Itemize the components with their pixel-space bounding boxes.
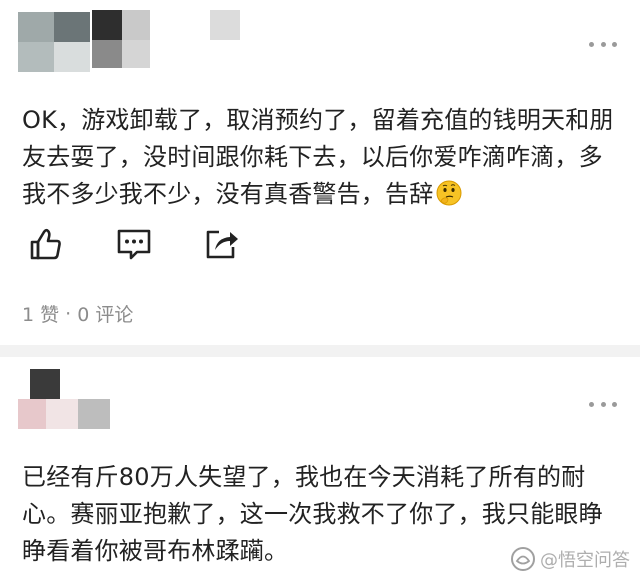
like-count[interactable]: 1 赞 — [22, 300, 59, 327]
comment-item: OK，游戏卸载了，取消预约了，留着充值的钱明天和朋友去耍了，没时间跟你耗下去，以… — [0, 0, 640, 345]
watermark: @悟空问答 — [510, 546, 630, 572]
share-icon — [206, 230, 238, 259]
avatar[interactable] — [18, 12, 90, 72]
thumbs-up-icon — [30, 228, 61, 260]
more-dots-icon[interactable] — [589, 39, 617, 49]
meta-separator: · — [65, 302, 72, 325]
username[interactable] — [92, 10, 242, 70]
comment-meta: 1 赞 · 0 评论 — [22, 300, 133, 327]
section-divider — [0, 345, 640, 357]
comment-bubble-icon — [117, 229, 151, 260]
reply-count[interactable]: 0 评论 — [77, 300, 133, 327]
share-button[interactable] — [200, 222, 244, 266]
wukong-logo-icon — [511, 547, 535, 571]
comment-actions — [0, 222, 640, 266]
avatar[interactable] — [18, 369, 110, 429]
comment-button[interactable] — [112, 222, 156, 266]
more-dots-icon[interactable] — [589, 399, 617, 409]
comment-text: OK，游戏卸载了，取消预约了，留着充值的钱明天和朋友去耍了，没时间跟你耗下去，以… — [22, 102, 622, 213]
watermark-text: @悟空问答 — [540, 550, 630, 571]
like-button[interactable] — [24, 222, 68, 266]
comment-feed: OK，游戏卸载了，取消预约了，留着充值的钱明天和朋友去耍了，没时间跟你耗下去，以… — [0, 0, 640, 578]
comment-item: 已经有斤80万人失望了，我也在今天消耗了所有的耐心。赛丽亚抱歉了，这一次我救不了… — [0, 357, 640, 578]
comment-body: OK，游戏卸载了，取消预约了，留着充值的钱明天和朋友去耍了，没时间跟你耗下去，以… — [22, 106, 614, 208]
thinking-face-emoji — [436, 180, 462, 206]
